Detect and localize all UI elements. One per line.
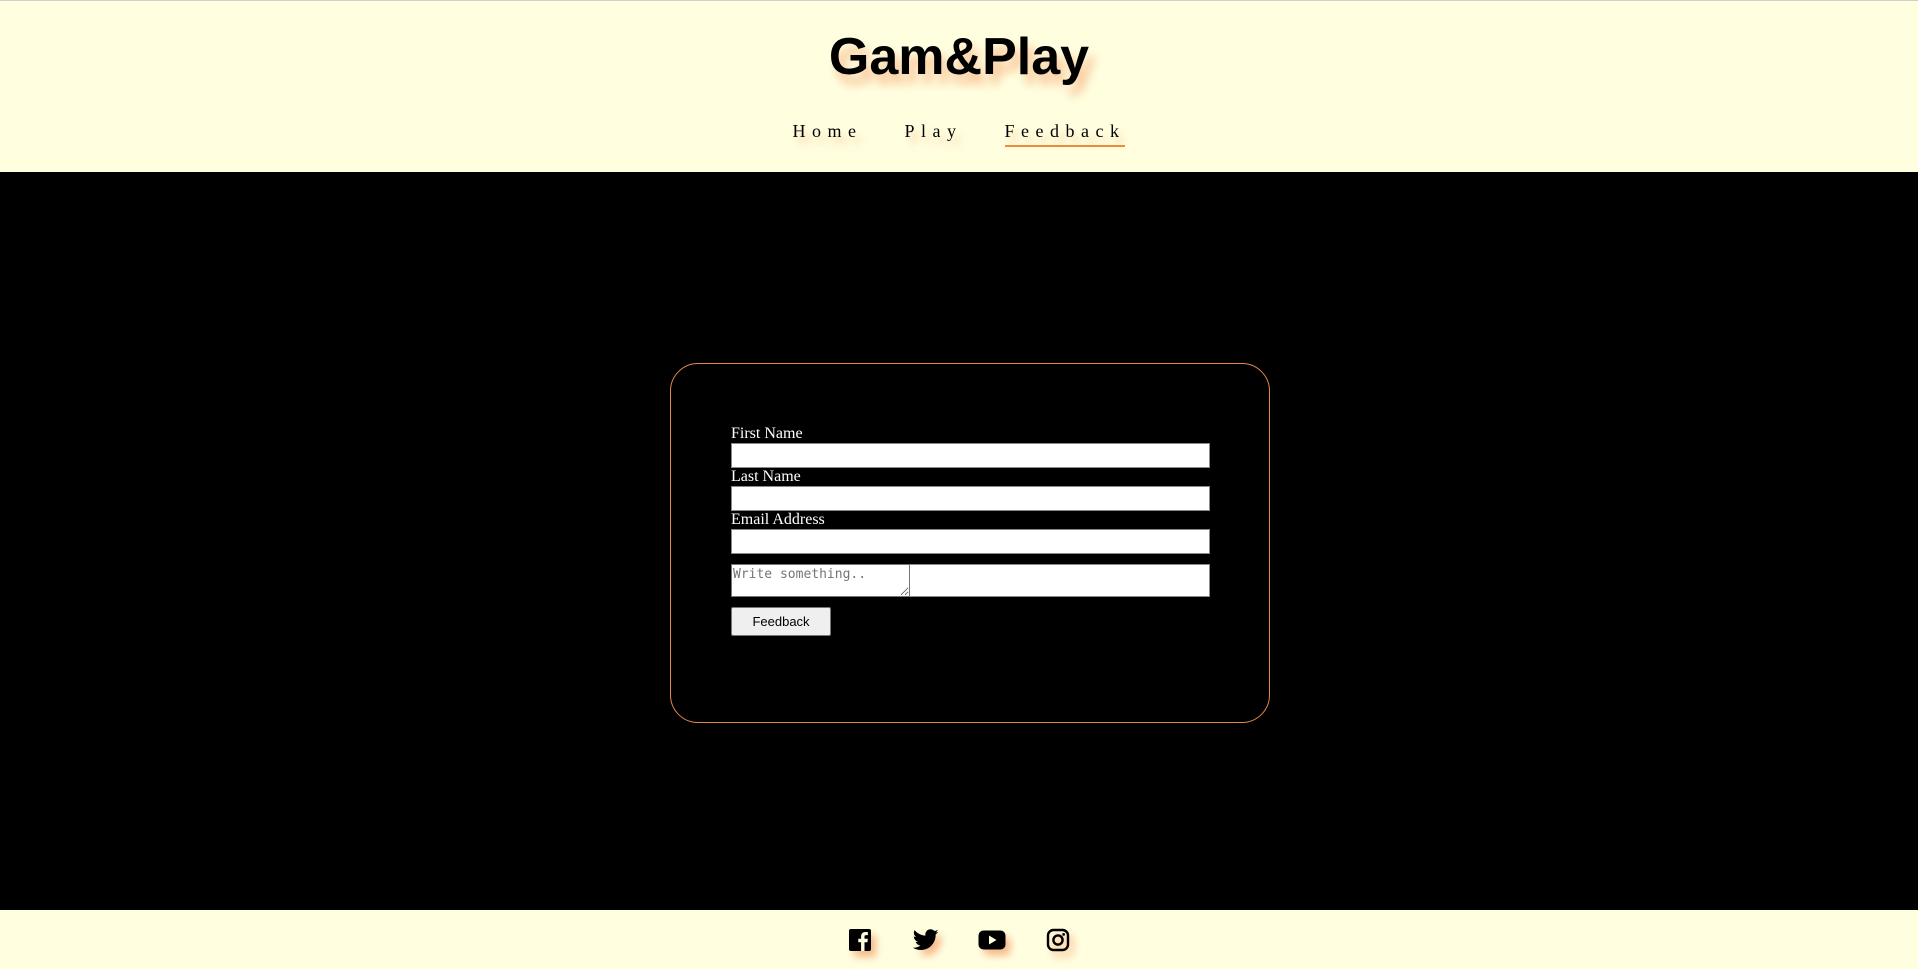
main-nav: Home Play Feedback [0,119,1918,147]
last-name-input[interactable] [731,486,1210,511]
instagram-icon[interactable] [1025,926,1091,954]
twitter-icon[interactable] [893,926,959,954]
site-logo[interactable]: Gam&Play [0,23,1918,91]
email-label: Email Address [731,511,825,528]
main-content: First Name Last Name Email Address Feedb… [0,172,1918,910]
nav-play[interactable]: Play [905,119,963,147]
site-footer [0,910,1918,969]
site-header: Gam&Play Home Play Feedback [0,0,1918,172]
message-textarea[interactable] [731,564,910,597]
nav-feedback[interactable]: Feedback [1004,119,1126,147]
nav-home[interactable]: Home [793,119,863,147]
feedback-form: First Name Last Name Email Address Feedb… [731,425,1210,636]
youtube-icon[interactable] [959,926,1025,954]
feedback-card: First Name Last Name Email Address Feedb… [670,363,1270,723]
message-row [731,564,1210,597]
facebook-icon[interactable] [827,926,893,954]
social-links [0,926,1918,954]
first-name-label: First Name [731,425,803,442]
feedback-submit-button[interactable]: Feedback [731,607,831,636]
last-name-label: Last Name [731,468,801,485]
first-name-input[interactable] [731,443,1210,468]
email-input[interactable] [731,529,1210,554]
